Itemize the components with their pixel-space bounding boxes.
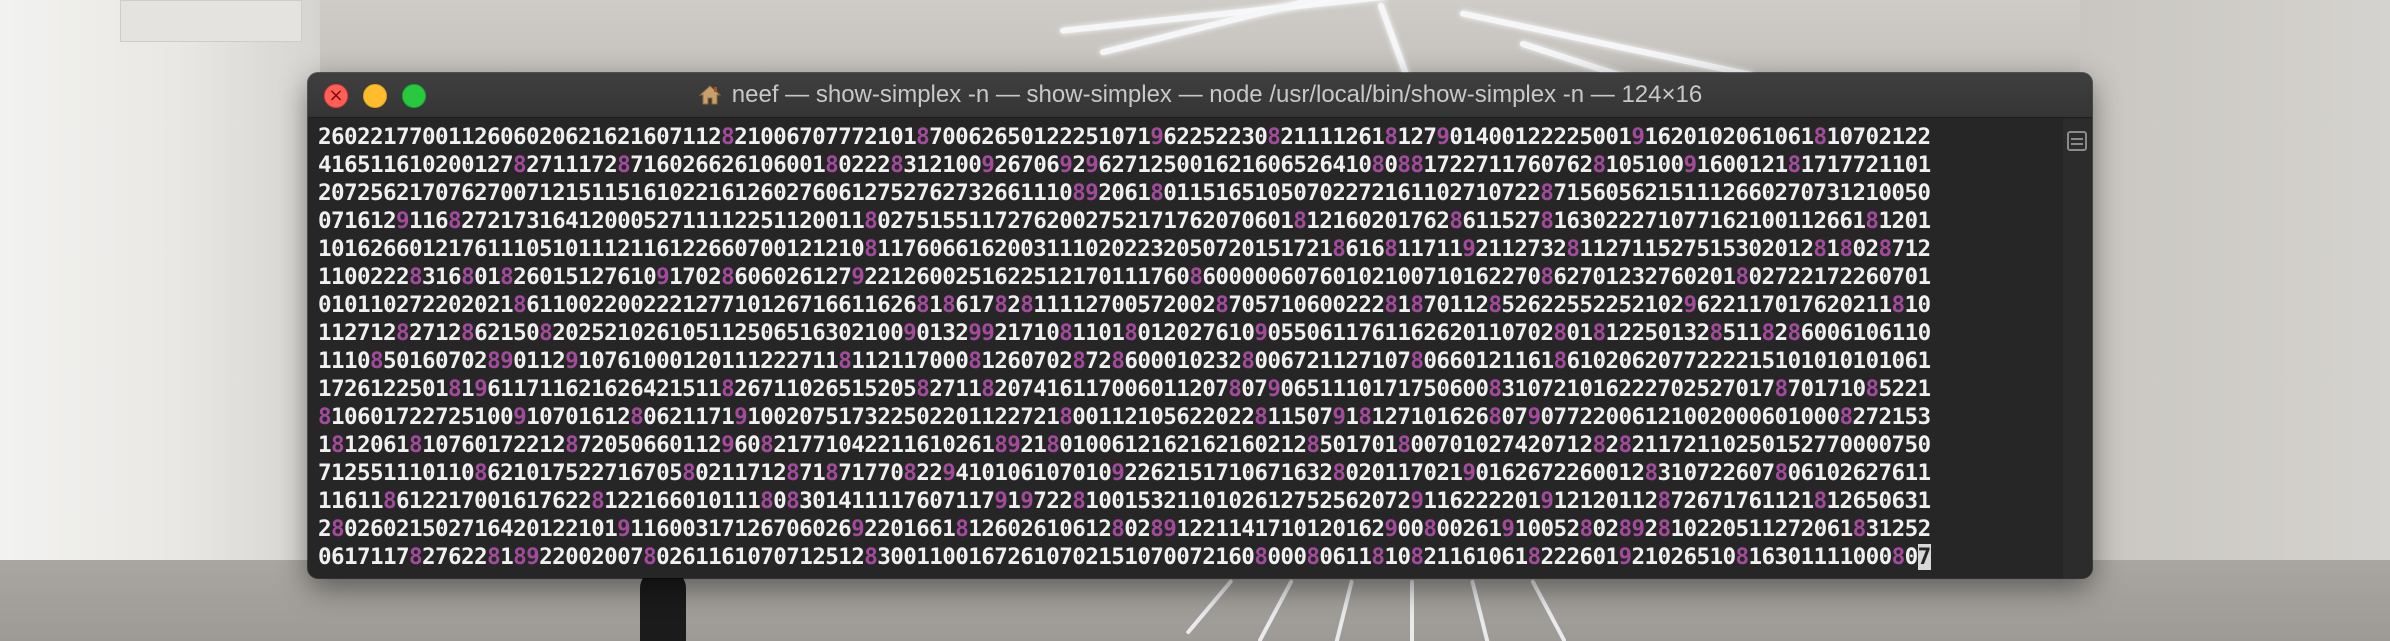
terminal-line: 8106017227251009107016128062117191002075…: [318, 404, 1931, 430]
home-icon: [698, 85, 722, 105]
terminal-line: 4165116102001278271117287160266261060018…: [318, 152, 1931, 178]
terminal-line: 1110850160702890112910761000120111222711…: [318, 348, 1931, 374]
terminal-line: 1812061810760172212872050660112960821771…: [318, 432, 1931, 458]
split-pane-icon[interactable]: [2067, 131, 2087, 151]
terminal-line: 1127128271286215082025210261051125065163…: [318, 320, 1931, 346]
wall-box: [120, 0, 302, 42]
terminal-line: 1726122501819611711621626421511826711026…: [318, 376, 1931, 402]
gallery-wall-right: [2080, 0, 2390, 641]
light-ray: [1410, 580, 1414, 641]
terminal-line: 1161186122170016176228122166010111808301…: [318, 488, 1931, 514]
gallery-wall-left: [0, 0, 320, 641]
terminal-line: 1016266012176111051011121161226607001212…: [318, 236, 1931, 262]
person-silhouette: [640, 570, 686, 641]
terminal-line: 0101102722020218611002200222127710126716…: [318, 292, 1931, 318]
terminal-line: 2602217700112606020621621607112821006707…: [318, 124, 1931, 150]
terminal-line: 2072562170762700712151151610221612602760…: [318, 180, 1931, 206]
scrollbar[interactable]: [2063, 119, 2092, 578]
terminal-line: 0617117827622818922002007802611610707125…: [318, 544, 1931, 570]
terminal-line: 7125511101108621017522716705802117128718…: [318, 460, 1931, 486]
terminal-line: 0716129116827217316412000527111122511200…: [318, 208, 1931, 234]
terminal-line: 2802602150271642012210191160031712670602…: [318, 516, 1931, 542]
window-title: neef — show-simplex -n — show-simplex — …: [308, 73, 2092, 117]
terminal-line: 1100222831680182601512761091702860602612…: [318, 264, 1931, 290]
terminal-window: neef — show-simplex -n — show-simplex — …: [308, 73, 2092, 578]
window-title-text: neef — show-simplex -n — show-simplex — …: [731, 81, 1703, 108]
terminal-output[interactable]: 2602217700112606020621621607112821006707…: [318, 123, 2054, 573]
window-titlebar[interactable]: neef — show-simplex -n — show-simplex — …: [308, 73, 2092, 118]
